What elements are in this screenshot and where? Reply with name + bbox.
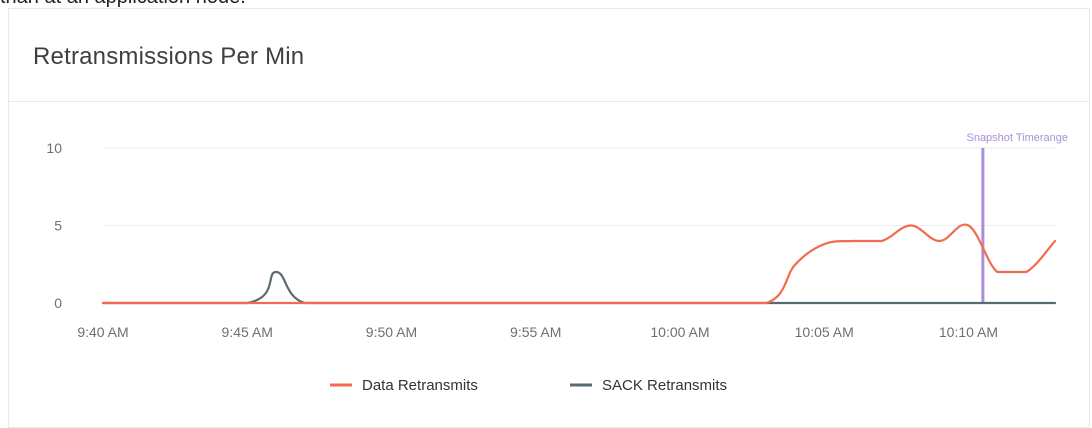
- data-point[interactable]: [965, 223, 971, 229]
- data-point[interactable]: [821, 300, 827, 306]
- data-point[interactable]: [1023, 269, 1029, 275]
- data-point[interactable]: [792, 261, 798, 267]
- x-tick-label: 9:45 AM: [222, 324, 273, 340]
- data-point[interactable]: [388, 300, 394, 306]
- legend-item-data-retransmits[interactable]: Data Retransmits: [330, 377, 478, 394]
- x-tick-label: 10:10 AM: [939, 324, 998, 340]
- data-point[interactable]: [1052, 300, 1058, 306]
- data-point[interactable]: [677, 300, 683, 306]
- data-point[interactable]: [100, 300, 106, 306]
- data-point[interactable]: [879, 238, 885, 244]
- data-point[interactable]: [533, 300, 539, 306]
- x-tick-label: 9:50 AM: [366, 324, 417, 340]
- data-point[interactable]: [850, 238, 856, 244]
- data-point[interactable]: [244, 300, 250, 306]
- x-tick-label: 10:05 AM: [795, 324, 854, 340]
- data-point[interactable]: [273, 269, 279, 275]
- data-point[interactable]: [821, 241, 827, 247]
- annotation-layer: Snapshot Timerange: [966, 132, 1068, 303]
- series-line-data-retransmits[interactable]: [101, 223, 1057, 305]
- data-point[interactable]: [908, 223, 914, 229]
- data-point[interactable]: [937, 238, 943, 244]
- retransmissions-chart: Snapshot Timerange 0 5 10 9:40 AM 9:45 AM 9:5…: [46, 132, 1068, 394]
- legend-item-sack-retransmits[interactable]: SACK Retransmits: [570, 377, 727, 394]
- x-tick-label: 10:00 AM: [650, 324, 709, 340]
- x-tick-label: 9:40 AM: [77, 324, 128, 340]
- y-tick-label-5: 5: [54, 218, 62, 234]
- data-point[interactable]: [764, 300, 770, 306]
- x-tick-label: 9:55 AM: [510, 324, 561, 340]
- legend[interactable]: Data Retransmits SACK Retransmits: [330, 377, 727, 394]
- data-point[interactable]: [994, 269, 1000, 275]
- y-tick-label-10: 10: [46, 140, 62, 156]
- snapshot-timerange-label: Snapshot Timerange: [966, 132, 1068, 144]
- legend-label: SACK Retransmits: [602, 377, 727, 394]
- y-tick-label-0: 0: [54, 295, 62, 311]
- legend-label: Data Retransmits: [362, 377, 478, 394]
- series-layer: [100, 223, 1058, 306]
- series-line-sack-retransmits[interactable]: [101, 270, 1057, 305]
- data-point[interactable]: [965, 300, 971, 306]
- data-point[interactable]: [1052, 238, 1058, 244]
